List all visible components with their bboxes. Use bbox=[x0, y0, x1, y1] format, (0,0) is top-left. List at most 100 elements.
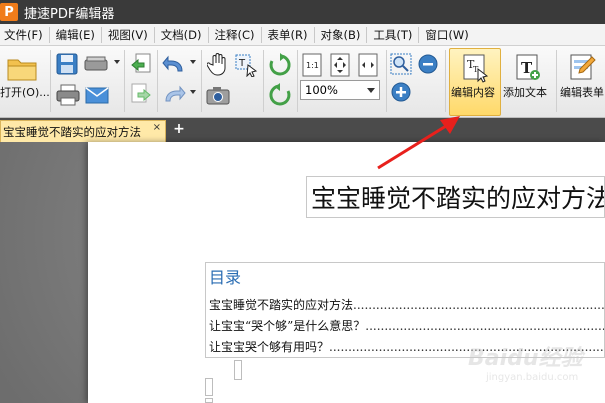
edit-form-icon bbox=[570, 54, 596, 80]
select-text-button[interactable]: T bbox=[233, 52, 259, 78]
zoom-out-button[interactable] bbox=[416, 52, 440, 76]
open-button-label: 打开(O)... bbox=[0, 86, 50, 99]
fit-width-icon bbox=[358, 53, 378, 77]
menu-edit[interactable]: 编辑(E) bbox=[52, 27, 99, 43]
menu-separator bbox=[366, 26, 368, 43]
envelope-icon bbox=[85, 87, 109, 104]
add-text-label: 添加文本 bbox=[503, 86, 547, 99]
redo-icon bbox=[165, 85, 186, 102]
add-text-icon: T bbox=[516, 54, 540, 80]
app-logo-icon: P bbox=[0, 3, 18, 21]
open-button[interactable] bbox=[2, 52, 42, 84]
zoom-select[interactable]: 100% bbox=[300, 80, 380, 100]
rotate-clockwise-button[interactable] bbox=[266, 52, 294, 78]
tab-document[interactable]: 宝宝睡觉不踏实的应对方法 × bbox=[0, 120, 166, 142]
text-select-icon: T bbox=[235, 54, 258, 77]
page-extract-icon bbox=[131, 83, 151, 103]
add-tab-icon[interactable]: + bbox=[172, 122, 186, 136]
menu-window[interactable]: 窗口(W) bbox=[421, 27, 472, 43]
menu-comment[interactable]: 注释(C) bbox=[211, 27, 259, 43]
menu-file[interactable]: 文件(F) bbox=[0, 27, 47, 43]
edit-form-button[interactable] bbox=[564, 52, 600, 84]
toolbar-separator bbox=[50, 50, 51, 112]
extract-page-button[interactable] bbox=[128, 82, 154, 108]
redo-button[interactable] bbox=[160, 82, 188, 108]
toolbar-separator bbox=[157, 50, 158, 112]
hand-icon bbox=[207, 53, 226, 76]
menu-tools[interactable]: 工具(T) bbox=[369, 27, 416, 43]
undo-icon bbox=[162, 55, 183, 72]
watermark: Baidu经验 jingyan.baidu.com bbox=[468, 334, 598, 394]
toolbar-separator bbox=[297, 50, 298, 112]
snapshot-button[interactable] bbox=[205, 82, 231, 108]
chevron-down-icon[interactable] bbox=[367, 88, 375, 93]
document-title: 宝宝睡觉不踏实的应对方法 bbox=[311, 184, 605, 213]
actual-size-button[interactable]: 1:1 bbox=[300, 52, 324, 78]
menu-view[interactable]: 视图(V) bbox=[104, 27, 152, 43]
toolbar-separator bbox=[201, 50, 202, 112]
toolbar-separator bbox=[263, 50, 264, 112]
redo-dropdown-icon[interactable] bbox=[190, 90, 196, 95]
fit-page-button[interactable] bbox=[328, 52, 352, 78]
save-button[interactable] bbox=[55, 52, 79, 76]
zoom-in-button[interactable] bbox=[389, 80, 413, 104]
zoom-area-button[interactable] bbox=[389, 52, 413, 76]
edit-content-label: 编辑内容 bbox=[451, 86, 495, 99]
menu-form[interactable]: 表单(R) bbox=[264, 27, 312, 43]
menu-separator bbox=[313, 26, 315, 43]
menu-separator bbox=[48, 26, 50, 43]
empty-text-block[interactable] bbox=[205, 398, 213, 403]
fit-width-button[interactable] bbox=[356, 52, 380, 78]
magnifier-icon bbox=[390, 53, 412, 75]
edit-form-label: 编辑表单 bbox=[560, 86, 604, 99]
empty-text-block[interactable] bbox=[205, 378, 213, 396]
tab-strip: 宝宝睡觉不踏实的应对方法 × + bbox=[0, 118, 605, 142]
title-bar: P 捷速PDF编辑器 bbox=[0, 0, 605, 24]
watermark-url: jingyan.baidu.com bbox=[486, 372, 579, 383]
menu-separator bbox=[153, 26, 155, 43]
svg-text:T: T bbox=[238, 58, 246, 69]
close-icon[interactable]: × bbox=[153, 122, 161, 133]
menu-separator bbox=[100, 26, 102, 43]
empty-text-block[interactable] bbox=[234, 360, 242, 380]
undo-button[interactable] bbox=[160, 52, 188, 78]
menu-separator bbox=[207, 26, 209, 43]
tab-document-label: 宝宝睡觉不踏实的应对方法 bbox=[3, 124, 141, 139]
scan-dropdown-icon[interactable] bbox=[114, 60, 120, 65]
floppy-disk-icon bbox=[56, 53, 78, 75]
edit-content-button[interactable]: T T bbox=[455, 52, 495, 84]
toolbar-separator bbox=[556, 50, 557, 112]
rotate-counterclockwise-icon bbox=[269, 83, 291, 106]
menu-bar: 文件(F) 编辑(E) 视图(V) 文档(D) 注释(C) 表单(R) 对象(B… bbox=[0, 24, 605, 46]
insert-page-button[interactable] bbox=[128, 52, 154, 78]
camera-icon bbox=[206, 87, 230, 105]
annotation-arrow bbox=[377, 116, 460, 170]
zoom-value: 100% bbox=[305, 83, 338, 97]
toc-item: 宝宝睡觉不踏实的应对方法............................… bbox=[209, 295, 604, 316]
toolbar-separator bbox=[386, 50, 387, 112]
print-button[interactable] bbox=[55, 82, 81, 108]
scan-button[interactable] bbox=[82, 52, 112, 76]
email-button[interactable] bbox=[84, 82, 110, 108]
toc-leader-dots: ........................................… bbox=[365, 319, 604, 333]
rotate-counterclockwise-button[interactable] bbox=[266, 82, 294, 108]
undo-dropdown-icon[interactable] bbox=[190, 60, 196, 65]
edit-content-icon: T T bbox=[463, 54, 489, 83]
hand-tool-button[interactable] bbox=[205, 52, 231, 78]
zoom-in-icon bbox=[391, 82, 411, 102]
rotate-clockwise-icon bbox=[269, 53, 291, 76]
menu-separator bbox=[418, 26, 420, 43]
fit-page-icon bbox=[330, 53, 350, 77]
page-insert-icon bbox=[131, 53, 151, 73]
toolbar-separator bbox=[124, 50, 125, 112]
app-title: 捷速PDF编辑器 bbox=[24, 6, 115, 22]
menu-document[interactable]: 文档(D) bbox=[157, 27, 206, 43]
menu-separator bbox=[260, 26, 262, 43]
folder-icon bbox=[7, 59, 37, 81]
add-text-button[interactable]: T bbox=[508, 52, 548, 84]
menu-object[interactable]: 对象(B) bbox=[317, 27, 365, 43]
actual-size-icon: 1:1 bbox=[302, 53, 322, 77]
zoom-out-icon bbox=[418, 54, 438, 74]
text-block-title[interactable]: 宝宝睡觉不踏实的应对方法 bbox=[306, 176, 605, 218]
printer-icon bbox=[56, 84, 80, 106]
